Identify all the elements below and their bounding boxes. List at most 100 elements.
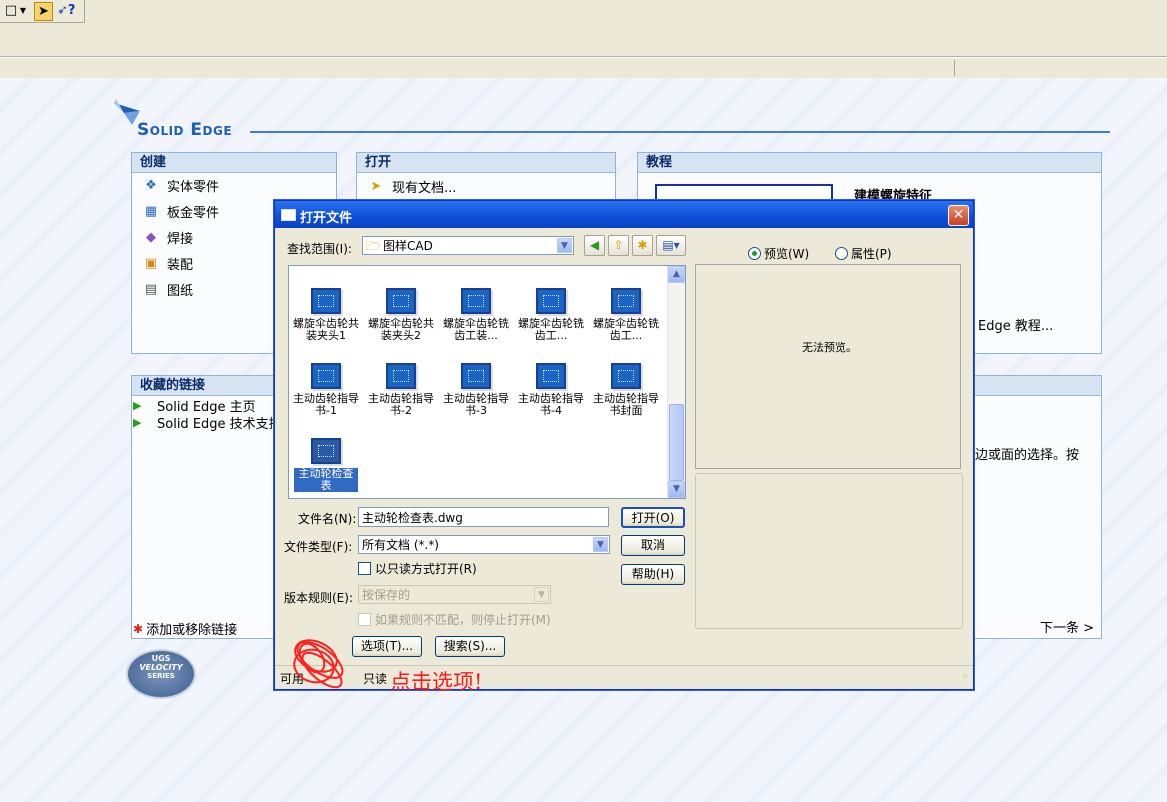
back-arrow-icon: ◀ [589,238,600,252]
lookin-label: 查找范围(I): [287,242,352,256]
open-item-label: 现有文档... [392,181,457,196]
dwg-file-icon [461,363,491,389]
preview-radio-label: 预览(W) [764,247,810,261]
view-menu-button[interactable]: ▤▾ [656,235,686,256]
properties-radio-label: 属性(P) [851,247,892,261]
ugs-logo-middle: VELOCITY [139,663,183,672]
open-existing-link[interactable]: ➤ 现有文档... [368,177,457,197]
chevron-up-icon: ▲ [673,269,680,279]
next-tip-link[interactable]: 下一条 > [1040,617,1094,636]
view-menu-icon: ▤▾ [662,238,680,252]
filetype-label: 文件类型(F): [284,540,353,554]
file-item-selected[interactable]: 主动轮检查表 [294,438,358,492]
file-item[interactable]: 螺旋伞齿轮铣齿工... [590,288,662,342]
chevron-down-icon[interactable]: ▼ [557,238,572,253]
chevron-down-icon: ▼ [534,587,549,602]
file-item[interactable]: 主动齿轮指导书-3 [440,363,512,417]
properties-radio[interactable]: 属性(P) [835,245,892,262]
cancel-button[interactable]: 取消 [621,535,685,556]
file-item[interactable]: 主动齿轮指导书-2 [365,363,437,417]
dwg-file-icon [536,288,566,314]
help-icon[interactable]: ➶? [57,2,75,20]
tutorial-panel-title: 教程 [638,153,1101,173]
ugs-logo-bottom: SERIES [147,672,175,680]
dwg-file-icon [311,363,341,389]
back-button[interactable]: ◀ [584,235,605,256]
close-icon: ✕ [952,207,965,223]
scroll-thumb[interactable] [669,404,684,481]
dwg-file-icon [611,363,641,389]
chevron-down-icon[interactable]: ▼ [593,537,608,552]
up-folder-icon: ⇧ [613,238,624,252]
dropdown-icon[interactable]: ▼ [18,2,28,20]
ugs-logo-top: UGS [151,654,171,663]
dialog-status-bar: 可用 只读 ⁘ [275,665,973,688]
checkbox-box [358,613,371,626]
radio-off[interactable] [835,247,848,260]
create-item-assembly[interactable]: ▣ 装配 [143,254,194,274]
arrow-icon: ▶ [133,399,142,412]
add-remove-links[interactable]: ✱ 添加或移除链接 [133,619,237,639]
dwg-file-icon [536,363,566,389]
open-button[interactable]: 打开(O) [621,507,685,528]
file-item[interactable]: 螺旋伞齿轮铣齿工装... [440,288,512,342]
readonly-checkbox[interactable]: 以只读方式打开(R) [358,560,477,577]
tutorial-link[interactable]: Edge 教程... [978,315,1053,334]
tutorial-description: 边或面的选择。按 [975,448,1080,463]
version-combo: 按保存的 ▼ [358,585,551,604]
file-label: 螺旋伞齿轮共装夹头1 [293,317,359,342]
scroll-down-button[interactable]: ▼ [668,481,685,498]
file-item[interactable]: 螺旋伞齿轮铣齿工... [515,288,587,342]
lookin-combo[interactable]: 🗁 图样CAD ▼ [362,236,574,255]
checkbox-box[interactable] [358,562,371,575]
open-folder-icon[interactable]: ➤ [34,2,53,21]
new-folder-icon: ✱ [637,238,648,252]
file-label: 主动齿轮指导书封面 [593,392,659,417]
scroll-up-button[interactable]: ▲ [668,266,685,283]
file-item[interactable]: 主动齿轮指导书-4 [515,363,587,417]
create-item-part[interactable]: ❖ 实体零件 [143,176,220,196]
readonly-label: 以只读方式打开(R) [375,562,477,576]
status-readonly: 只读 [363,672,388,686]
file-item[interactable]: 螺旋伞齿轮共装夹头1 [290,288,362,342]
dwg-file-icon [611,288,641,314]
create-item-weld[interactable]: ◆ 焊接 [143,228,193,248]
dialog-titlebar[interactable]: 打开文件 ✕ [275,201,973,228]
dwg-file-icon [386,363,416,389]
create-item-label: 实体零件 [167,180,220,195]
create-panel-title: 创建 [132,153,336,173]
help-button[interactable]: 帮助(H) [621,564,685,585]
file-list-scrollbar[interactable]: ▲ ▼ [667,266,685,498]
dwg-file-icon [386,288,416,314]
file-list[interactable]: ⋯⋯⋯⋯⋯⋯ 螺旋伞齿轮共装夹头1 螺旋伞齿轮共装夹头2 螺旋伞齿轮铣齿工装..… [288,265,686,499]
search-button[interactable]: 搜索(S)... [435,636,505,657]
radio-on[interactable] [748,247,761,260]
dwg-file-icon [461,288,491,314]
version-stop-checkbox: 如果规则不匹配，则停止打开(M) [358,611,551,628]
sheetmetal-icon: ▦ [144,203,158,219]
filename-input[interactable] [358,507,609,527]
dialog-title: 打开文件 [300,211,353,226]
resize-grip-icon[interactable]: ⁘ [961,672,969,682]
preview-radio[interactable]: 预览(W) [748,245,809,262]
filename-label: 文件名(N): [298,512,357,526]
file-label: 主动轮检查表 [294,468,358,492]
file-item[interactable]: 主动齿轮指导书封面 [590,363,662,417]
favorite-link-support[interactable]: ▶ Solid Edge 技术支持 [133,413,282,432]
create-item-label: 装配 [167,258,194,273]
file-item[interactable]: 主动齿轮指导书-1 [290,363,362,417]
options-button[interactable]: 选项(T)... [352,636,422,657]
no-preview-text: 无法预览。 [802,341,857,354]
header-rule [250,131,1110,133]
open-panel-title: 打开 [357,153,615,173]
up-folder-button[interactable]: ⇧ [608,235,629,256]
new-folder-button[interactable]: ✱ [632,235,653,256]
file-label: 主动齿轮指导书-4 [518,392,584,417]
create-item-sheetmetal[interactable]: ▦ 板金零件 [143,202,219,222]
close-button[interactable]: ✕ [948,205,969,226]
version-value: 按保存的 [362,588,411,602]
create-item-drawing[interactable]: ▤ 图纸 [143,280,193,300]
filetype-combo[interactable]: 所有文档 (*.*) ▼ [358,535,610,554]
file-item[interactable]: 螺旋伞齿轮共装夹头2 [365,288,437,342]
file-label: 主动齿轮指导书-2 [368,392,434,417]
